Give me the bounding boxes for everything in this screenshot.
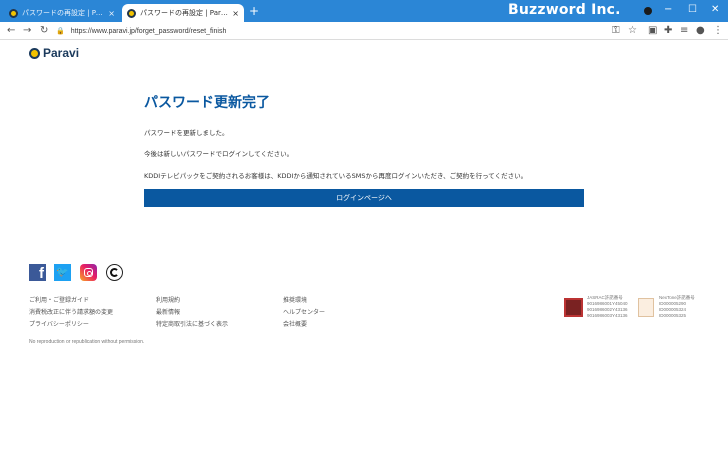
key-icon[interactable]: ⚿ (612, 25, 620, 37)
instagram-icon[interactable] (80, 264, 97, 281)
facebook-icon[interactable]: f (29, 264, 46, 281)
browser-toolbar: ← → ↻ 🔒 https://www.paravi.jp/forget_pas… (0, 22, 728, 40)
message-updated: パスワードを更新しました。 (144, 129, 229, 137)
reload-icon[interactable]: ↻ (40, 25, 48, 37)
footer-link-environment[interactable]: 推奨環境 (283, 295, 307, 304)
profile-dot-icon (644, 7, 652, 15)
browser-tab-2-active[interactable]: パスワードの再設定 | Paravi(パラビ) × (122, 4, 244, 22)
lock-icon: 🔒 (56, 27, 65, 35)
bookmark-star-icon[interactable]: ☆ (628, 25, 637, 37)
reading-list-icon[interactable]: ≡ (680, 25, 688, 37)
close-tab-icon[interactable]: × (232, 9, 239, 18)
extension-icon[interactable]: ▣ (648, 25, 657, 37)
footer-link-tax[interactable]: 消費税改正に伴う請求額の変更 (29, 307, 113, 316)
puzzle-icon[interactable]: ✚ (664, 25, 672, 37)
footer-link-privacy[interactable]: プライバシーポリシー (29, 319, 89, 328)
jasrac-number: 9016986003Y43136 (587, 313, 628, 318)
message-login-new: 今後は新しいパスワードでログインしてください。 (144, 150, 294, 158)
browser-titlebar: パスワードの再設定 | Paravi(パラビ) × パスワードの再設定 | Pa… (0, 0, 728, 22)
url-text: https://www.paravi.jp/forget_password/re… (70, 27, 227, 35)
twitter-icon[interactable]: 🐦 (54, 264, 71, 281)
footer-link-company[interactable]: 会社概要 (283, 319, 307, 328)
footer-link-help[interactable]: ヘルプセンター (283, 307, 325, 316)
copyright-notice: No reproduction or republication without… (29, 339, 145, 345)
account-icon[interactable]: ● (696, 25, 705, 37)
footer-link-terms[interactable]: 利用規約 (156, 295, 180, 304)
tab-title: パスワードの再設定 | Paravi(パラビ) (22, 9, 104, 17)
minimize-icon[interactable]: − (664, 4, 672, 15)
paravi-favicon-icon (9, 8, 18, 18)
close-tab-icon[interactable]: × (108, 9, 115, 18)
browser-tab-1[interactable]: パスワードの再設定 | Paravi(パラビ) × (4, 4, 120, 22)
forward-icon[interactable]: → (23, 25, 31, 37)
nextone-number: ID000005325 (659, 313, 687, 318)
nextone-logo (638, 298, 654, 317)
logo-text: Paravi (43, 46, 80, 60)
footer-link-guide[interactable]: ご利用・ご登録ガイド (29, 295, 89, 304)
menu-icon[interactable]: ⋮ (713, 25, 723, 37)
new-tab-button[interactable]: + (249, 5, 259, 17)
maximize-icon[interactable]: ☐ (688, 4, 697, 15)
brand-watermark: Buzzword Inc. (508, 2, 621, 18)
paravi-social-icon[interactable] (106, 264, 123, 281)
page-title: パスワード更新完了 (144, 95, 270, 111)
footer-link-commerce[interactable]: 特定商取引法に基づく表示 (156, 319, 228, 328)
paravi-logo[interactable]: Paravi (29, 46, 79, 60)
close-window-icon[interactable]: ✕ (711, 4, 719, 15)
login-page-button[interactable]: ログインページへ (144, 189, 584, 207)
message-kddi: KDDIテレビパックをご契約されるお客様は、KDDIから通知されているSMSから… (144, 172, 528, 180)
address-bar[interactable]: 🔒 https://www.paravi.jp/forget_password/… (56, 24, 646, 38)
footer-link-news[interactable]: 最新情報 (156, 307, 180, 316)
paravi-favicon-icon (127, 8, 136, 18)
paravi-logo-icon (29, 47, 40, 59)
back-icon[interactable]: ← (7, 25, 15, 37)
jasrac-logo (564, 298, 583, 317)
tab-title: パスワードの再設定 | Paravi(パラビ) (140, 9, 229, 17)
